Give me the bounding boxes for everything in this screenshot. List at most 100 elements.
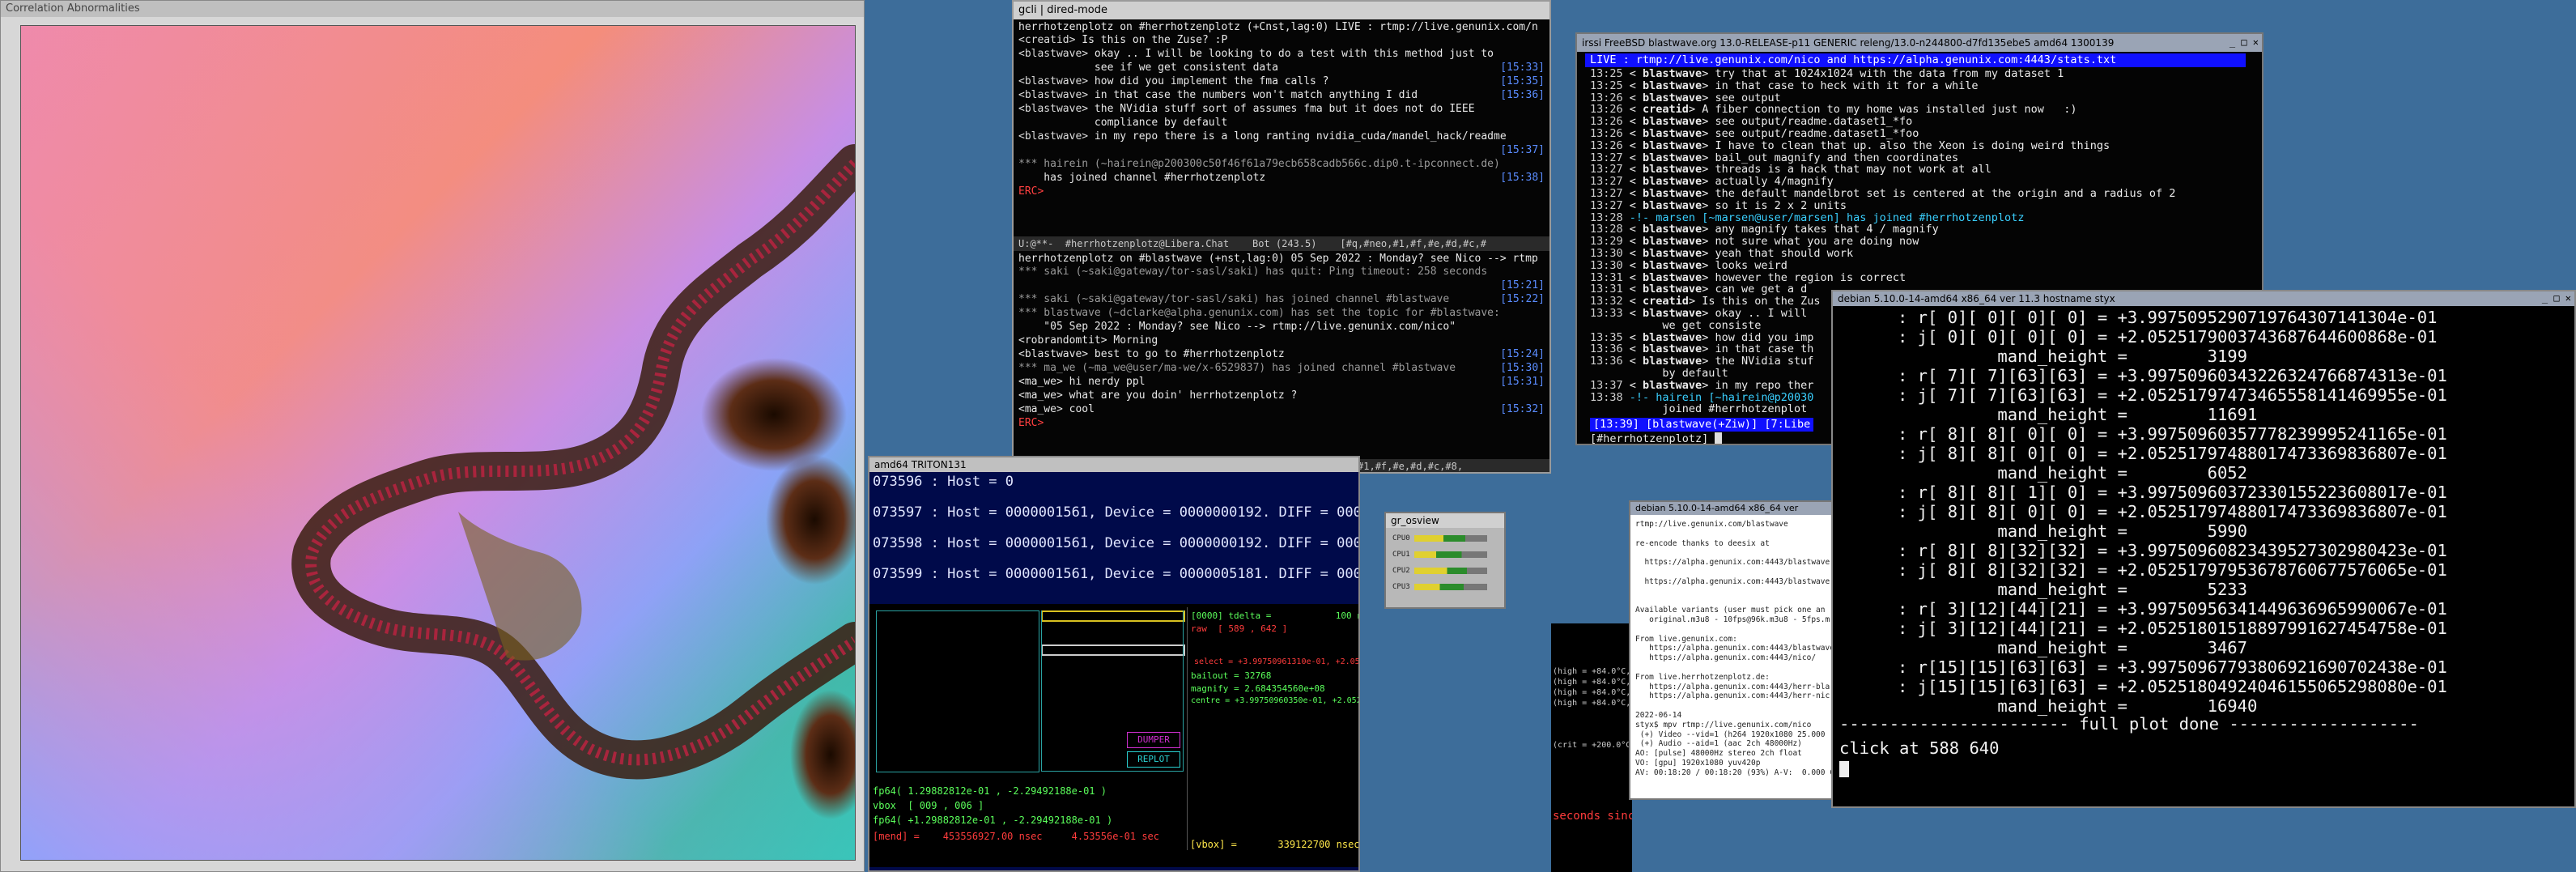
irc-message-row: [15:21] (1018, 279, 1545, 292)
irc-text: see if we get consistent data (1018, 62, 1278, 74)
sensor-line: (high = +84.0°C, (1553, 699, 1631, 708)
dumper-button[interactable]: DUMPER (1127, 732, 1180, 748)
irc-text: has joined channel #herrhotzenplotz (1018, 172, 1266, 184)
sensor-line (1553, 720, 1632, 730)
irc-message-row: <blastwave> okay .. I will be looking to… (1018, 47, 1545, 61)
irssi-text: the default mandelbrot set is centered a… (1715, 186, 2176, 200)
irc-nick: <blastwave> (1018, 48, 1089, 60)
debian-small-line: (+) Video --vid=1 (h264 1920x1080 25.000 (1635, 730, 1826, 739)
debian-small-line (1635, 587, 1838, 597)
irssi-input[interactable]: [#herrhotzenplotz] (1590, 432, 1722, 444)
irssi-text: looks weird (1715, 258, 1787, 272)
irssi-time: 13:26 (1590, 126, 1623, 140)
irssi-nick: blastwave (1643, 355, 1702, 368)
irc-message-row: [15:33] see if we get consistent data (1018, 61, 1545, 74)
cpu-row: CPU0 (1392, 534, 1488, 544)
irc-timestamp: [15:32] (1500, 403, 1545, 415)
irssi-time: 13:32 (1590, 295, 1623, 308)
epoch-label: seconds since Epoch (1553, 810, 1632, 823)
irssi-text: actually 4/magnify (1715, 175, 1834, 189)
irssi-status-bar: [13:39] [blastwave(+Ziw)] [7:Libe (1590, 418, 1814, 432)
irssi-message-row: 13:25 < blastwave> try that at 1024x1024… (1590, 67, 2064, 80)
irssi-text: the NVidia stuf (1715, 355, 1814, 368)
cpu-bar (1414, 583, 1488, 590)
irssi-message-row: 13:26 < blastwave> see output (1590, 91, 1781, 104)
irssi-time: 13:36 (1590, 355, 1623, 368)
irssi-time: 13:36 (1590, 342, 1623, 356)
irc-timestamp: [15:37] (1500, 144, 1545, 156)
triton-window[interactable]: amd64 TRITON131 073596 : Host = 0 073597… (868, 456, 1360, 872)
debian-small-line: re-encode thanks to deesix at (1635, 538, 1770, 548)
irssi-text: see output/readme.dataset1_*foo (1715, 126, 1919, 140)
tdelta-text: [0000] tdelta = 100 nsec (1191, 610, 1360, 621)
debian-small-line: https://alpha.genunix.com:4443/nico/ (1635, 653, 1817, 663)
irssi-time: 13:31 (1590, 283, 1623, 296)
sensor-line: (high = +84.0°C, (1553, 688, 1631, 697)
debian-small-line: https://alpha.genunix.com:4443/blastwave (1635, 576, 1830, 586)
irc-message-row: <blastwave> in my repo there is a long r… (1018, 130, 1545, 143)
debian-terminal[interactable]: debian 5.10.0-14-amd64 x86_64 ver 11.3 h… (1831, 290, 2576, 808)
irc-nick: <creatid> (1018, 34, 1076, 46)
mend-text: [mend] = 453556927.00 nsec 4.53556e-01 s… (873, 831, 1160, 842)
debian-output-line: : r[ 0][ 0][ 0][ 0] = +3.997509529071976… (1898, 308, 2438, 327)
window-controls-icon[interactable]: _ □ ✕ (2230, 36, 2259, 48)
irssi-nick: blastwave (1643, 223, 1702, 236)
debian-small-line (1635, 530, 1838, 539)
irssi-text: I have to clean that up. also the Xeon i… (1715, 138, 2111, 152)
irc-header: herrhotzenplotz on #herrhotzenplotz (+Cn… (1018, 21, 1538, 33)
irssi-time: 13:27 (1590, 151, 1623, 164)
debian-small-line: https://alpha.genunix.com:4443/blastwave (1635, 558, 1830, 568)
irc-timestamp: [15:21] (1500, 279, 1545, 291)
irssi-message-row: 13:27 < blastwave> so it is 2 x 2 units (1590, 198, 1847, 212)
debian-output-line: : r[ 7][ 7][63][63] = +3.997509603432263… (1898, 366, 2447, 385)
irssi-nick: blastwave (1643, 138, 1702, 152)
debian-output-line: mand_height = 11691 (1898, 405, 2258, 424)
irssi-text: in that case to heck with it for a while (1715, 79, 1979, 92)
cpu-label: CPU2 (1392, 567, 1410, 575)
preview-box[interactable] (876, 610, 1039, 772)
irssi-text: yeah that should work (1715, 246, 1854, 260)
debian-small-line: https://alpha.genunix.com:4443/blastwave (1635, 644, 1834, 653)
irc-text: in that case the numbers won't match any… (1088, 89, 1418, 101)
fractal-window[interactable]: Correlation Abnormalities (0, 0, 865, 872)
irssi-nick: blastwave (1643, 246, 1702, 260)
irssi-time: 13:35 (1590, 330, 1623, 344)
irc-text: how did you implement the fma calls ? (1088, 75, 1329, 87)
debian-output-line: : r[ 8][ 8][ 1][ 0] = +3.997509603723301… (1898, 483, 2447, 502)
debian-small-line: AO: [pulse] 48000Hz stereo 2ch float (1635, 749, 1802, 759)
vbox-timing-text: [vbox] = 339122700 nsec 3.39122e-01 sec (1190, 839, 1360, 850)
debian-output-line: mand_height = 3467 (1898, 638, 2247, 657)
irssi-nick: blastwave (1643, 258, 1702, 272)
irssi-nick: blastwave (1643, 342, 1702, 356)
sensor-line: (crit = +200.0°C) (1553, 741, 1632, 750)
irssi-message-row: 13:27 < blastwave> threads is a hack tha… (1590, 163, 1992, 177)
fp64-text: fp64( 1.29882812e-01 , -2.29492188e-01 ) (873, 785, 1107, 797)
irssi-text: so it is 2 x 2 units (1715, 198, 1847, 212)
debian-output-line: : r[ 8][ 8][32][32] = +3.997509608234395… (1898, 541, 2447, 560)
irc-nick: <blastwave> (1018, 130, 1089, 142)
cpu-row: CPU2 (1392, 567, 1488, 576)
osview-window[interactable]: gr_osview CPU0 CPU1 CPU2 CPU3 (1384, 512, 1506, 609)
irc-emacs-window[interactable]: gcli | dired-mode herrhotzenplotz on #he… (1012, 0, 1551, 474)
debian-small-terminal[interactable]: debian 5.10.0-14-amd64 x86_64 ver rtmp:/… (1629, 500, 1839, 800)
debian-output-line: : r[ 8][ 8][ 0][ 0] = +3.997509603577782… (1898, 424, 2447, 444)
irssi-nick: blastwave (1643, 186, 1702, 200)
irssi-text: -!- marsen [~marsen@user/marsen] has joi… (1629, 211, 2025, 224)
irc-message-row: [15:30] *** ma_we (~ma_we@user/ma-we/x-65… (1018, 361, 1545, 375)
irc-message-row: *** hairein (~hairein@p200300c50f46f61a7… (1018, 157, 1545, 171)
fractal-image[interactable] (20, 25, 856, 861)
fractal-title: Correlation Abnormalities (1, 1, 864, 17)
window-controls-icon[interactable]: _ □ ✕ (2542, 292, 2571, 304)
irssi-time: 13:30 (1590, 246, 1623, 260)
irssi-time: 13:25 (1590, 79, 1623, 92)
irssi-text: can we get a d (1715, 283, 1808, 296)
debian-output-line: : j[ 0][ 0][ 0][ 0] = +2.052517900374368… (1898, 327, 2438, 347)
replot-button[interactable]: REPLOT (1127, 751, 1180, 768)
irssi-nick: blastwave (1643, 91, 1702, 104)
debian-small-line (1635, 596, 1838, 606)
terminal-cursor (1839, 761, 1849, 777)
cpu-row: CPU1 (1392, 551, 1488, 560)
sensors-terminal[interactable]: (high = +84.0°C, (high = +84.0°C, (high = … (1551, 623, 1632, 872)
irssi-text: however the region is correct (1715, 270, 1906, 284)
irc-message-row: ERC> (1018, 416, 1545, 430)
